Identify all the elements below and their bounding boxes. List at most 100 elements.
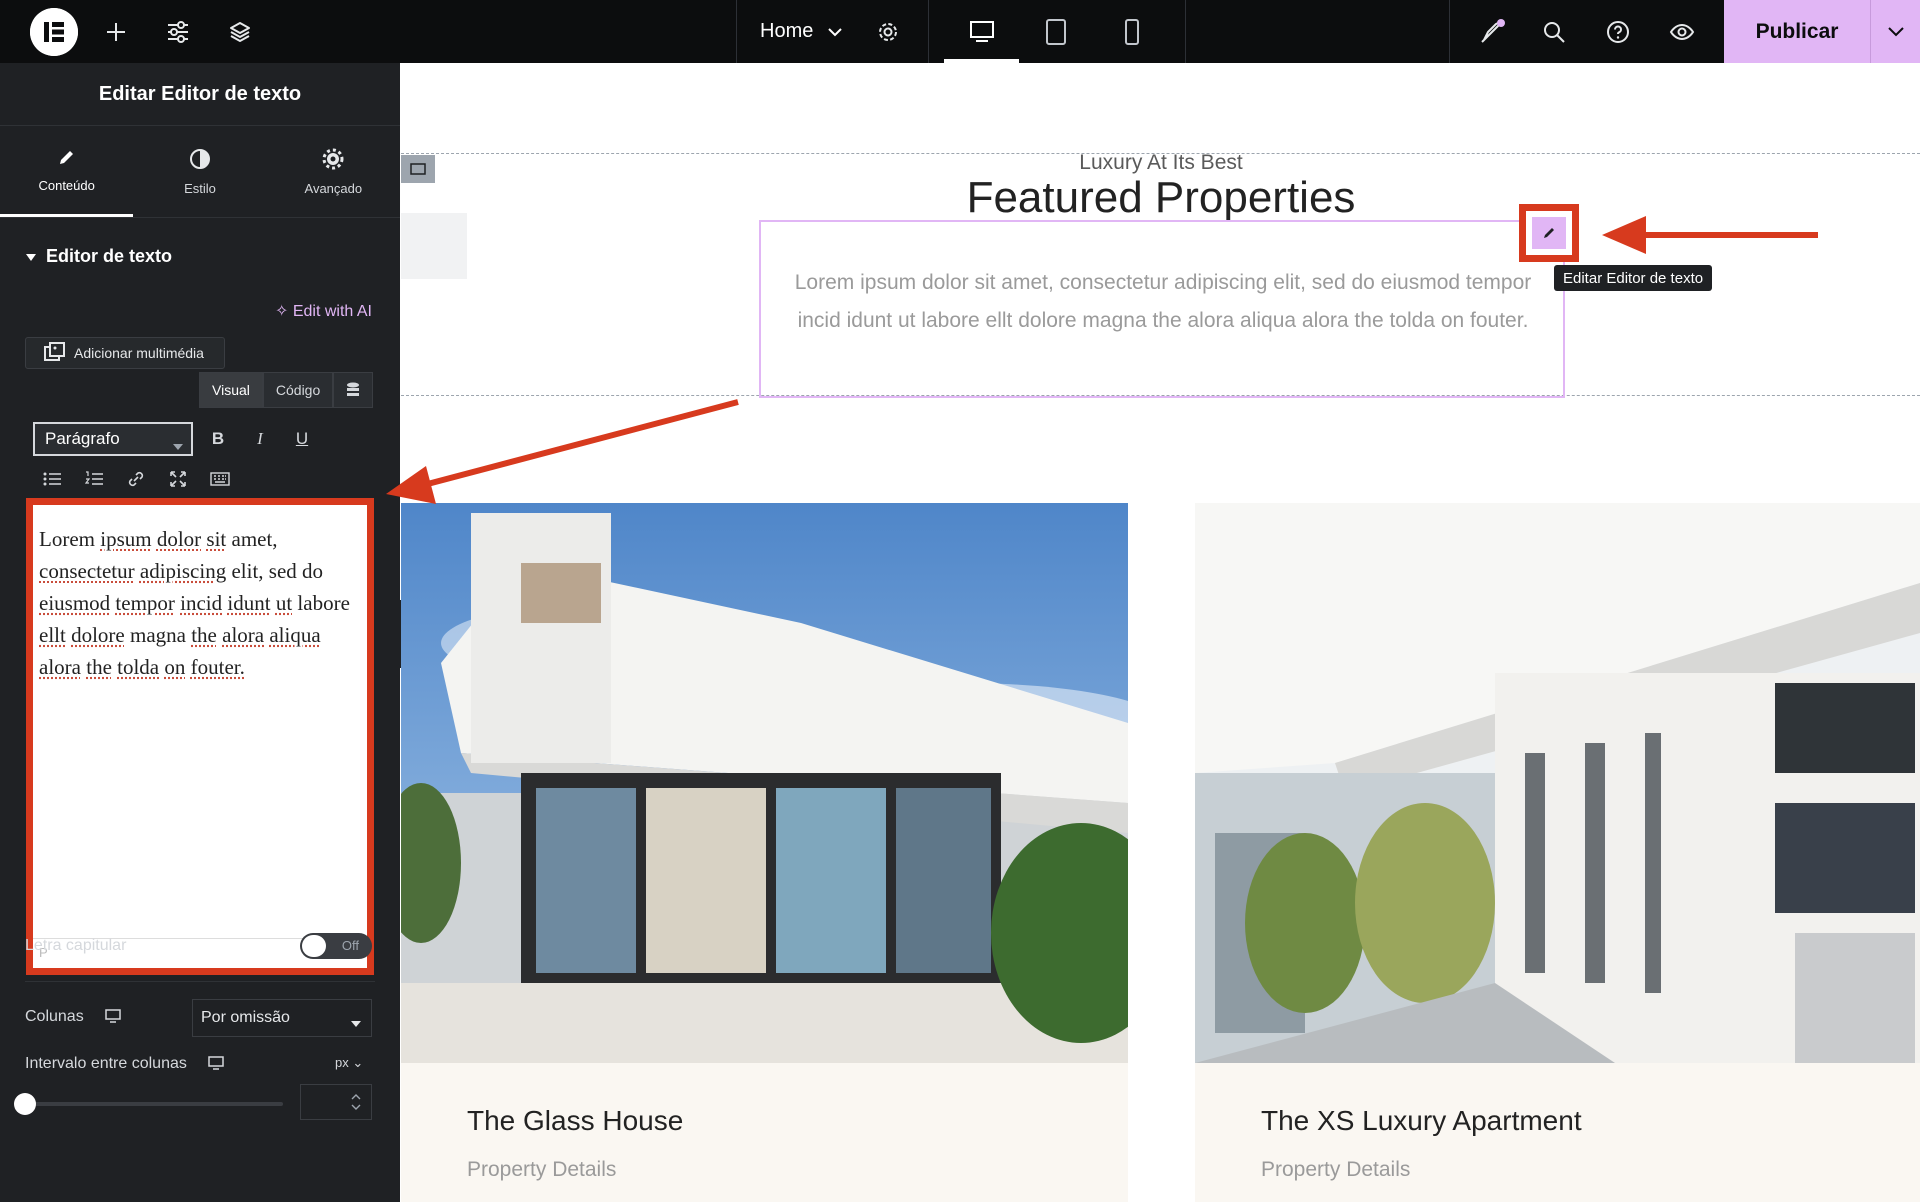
pencil-icon [1532, 217, 1566, 249]
underline-button[interactable]: U [287, 424, 317, 454]
separator [736, 0, 737, 63]
text-editor-widget[interactable]: Lorem ipsum dolor sit amet, consectetur … [759, 220, 1565, 398]
columns-select[interactable]: Por omissão [192, 999, 372, 1037]
dropcap-value: Off [341, 938, 359, 953]
fullscreen-icon[interactable] [163, 464, 193, 494]
columns-label-text: Colunas [25, 1008, 84, 1025]
section-handle[interactable] [401, 155, 435, 183]
sliders-icon[interactable] [158, 0, 198, 63]
link-icon[interactable] [121, 464, 151, 494]
section-toggle[interactable]: Editor de texto [26, 246, 172, 267]
keyboard-icon[interactable] [205, 464, 235, 494]
unit-selector[interactable]: px ⌄ [335, 1055, 363, 1071]
spellcheck-word: consectetur [39, 559, 135, 583]
spellcheck-word: tempor [115, 591, 175, 615]
publish-button[interactable]: Publicar [1724, 0, 1870, 63]
property-card-glass-house[interactable]: The Glass House Property Details [401, 1063, 1128, 1202]
pencil-icon [57, 147, 77, 170]
help-icon[interactable] [1598, 0, 1638, 63]
property-card-xs-luxury-apartment[interactable]: The XS Luxury Apartment Property Details [1195, 1063, 1920, 1202]
spellcheck-word: incid [180, 591, 223, 615]
spellcheck-word: tolda [117, 655, 160, 679]
panel-tabs: Conteúdo Estilo Avançado [0, 126, 400, 218]
separator [1449, 0, 1450, 63]
rocket-icon[interactable] [1472, 0, 1512, 63]
spellcheck-word: on [164, 655, 186, 679]
gap-slider-track[interactable] [25, 1102, 283, 1106]
spellcheck-word: the [191, 623, 217, 647]
editor-toolbar: Parágrafo B I U [25, 408, 372, 488]
spellcheck-word: fouter. [190, 655, 245, 679]
eye-icon[interactable] [1662, 0, 1702, 63]
gear-icon[interactable] [868, 0, 908, 63]
italic-button[interactable]: I [245, 424, 275, 454]
spellcheck-word: dolor [156, 527, 202, 551]
caret-down-icon [351, 1015, 361, 1033]
tablet-icon[interactable] [1036, 0, 1076, 63]
edit-with-ai-button[interactable]: ✧ Edit with AI [275, 301, 372, 321]
desktop-icon[interactable] [208, 1056, 224, 1075]
spellcheck-word: adipiscing [139, 559, 227, 583]
visual-tab[interactable]: Visual [199, 372, 263, 408]
property-image-xs-luxury-apartment[interactable] [1195, 503, 1920, 1063]
stepper-icon [351, 1093, 361, 1116]
caret-down-icon [173, 436, 183, 456]
editor-content[interactable]: Lorem ipsum dolor sit amet, consectetur … [39, 523, 363, 683]
editor-panel: Editar Editor de texto Conteúdo Estilo A… [0, 63, 400, 1202]
spellcheck-word: idunt [227, 591, 271, 615]
tab-style[interactable]: Estilo [133, 126, 266, 217]
gap-slider-handle[interactable] [14, 1093, 36, 1115]
text-editor-area[interactable]: Lorem ipsum dolor sit amet, consectetur … [26, 498, 374, 975]
caret-down-icon [26, 246, 36, 267]
spellcheck-word: aliqua [269, 623, 321, 647]
spellcheck-word: dolore [71, 623, 125, 647]
toggle-knob [302, 935, 326, 957]
property-details-link[interactable]: Property Details [467, 1158, 616, 1182]
desktop-icon[interactable] [105, 1009, 121, 1028]
placeholder-block [401, 213, 467, 279]
spellcheck-word: the [86, 655, 112, 679]
widget-body-text: Lorem ipsum dolor sit amet, consectetur … [794, 271, 1532, 332]
tab-label: Avançado [304, 180, 363, 196]
divider [25, 981, 375, 982]
publish-options-chevron-icon[interactable] [1870, 0, 1920, 63]
chevron-down-icon [827, 20, 843, 43]
tab-advanced[interactable]: Avançado [267, 126, 400, 217]
code-tab[interactable]: Código [262, 372, 334, 408]
edit-tooltip: Editar Editor de texto [1554, 265, 1713, 291]
bullet-list-icon[interactable] [37, 464, 67, 494]
tab-content[interactable]: Conteúdo [0, 126, 134, 217]
search-icon[interactable] [1534, 0, 1574, 63]
spellcheck-word: ut [275, 591, 293, 615]
spellcheck-word: sit [206, 527, 227, 551]
page-selector[interactable]: Home [760, 0, 843, 63]
dropcap-label: Letra capitular [25, 937, 127, 954]
format-select[interactable]: Parágrafo [33, 422, 193, 456]
format-select-value: Parágrafo [45, 429, 120, 448]
elementor-logo-icon[interactable] [30, 8, 78, 56]
spellcheck-word: alora [39, 655, 81, 679]
add-media-button[interactable]: Adicionar multimédia [25, 337, 225, 369]
sparkle-icon: ✧ [274, 303, 289, 320]
section-title: Editor de texto [46, 246, 173, 266]
page-name: Home [760, 20, 814, 42]
unit-value: px [335, 1055, 349, 1070]
layers-icon[interactable] [220, 0, 260, 63]
property-title: The Glass House [467, 1105, 684, 1136]
gear-icon [322, 148, 344, 173]
desktop-icon[interactable] [962, 0, 1002, 63]
tab-label: Estilo [184, 180, 216, 196]
gap-label: Intervalo entre colunas [25, 1055, 187, 1072]
numbered-list-icon[interactable] [79, 464, 109, 494]
spellcheck-word: ellt [39, 623, 66, 647]
bold-button[interactable]: B [203, 424, 233, 454]
plus-icon[interactable] [96, 0, 136, 63]
gap-number-input[interactable] [300, 1084, 372, 1120]
mobile-icon[interactable] [1112, 0, 1152, 63]
property-image-glass-house[interactable] [401, 503, 1128, 1063]
property-details-link[interactable]: Property Details [1261, 1158, 1410, 1182]
section-eyebrow: Luxury At Its Best [1079, 151, 1243, 174]
dropcap-toggle[interactable]: Off [300, 933, 372, 959]
database-icon[interactable] [333, 372, 374, 408]
widget-edit-button[interactable] [1519, 204, 1579, 262]
